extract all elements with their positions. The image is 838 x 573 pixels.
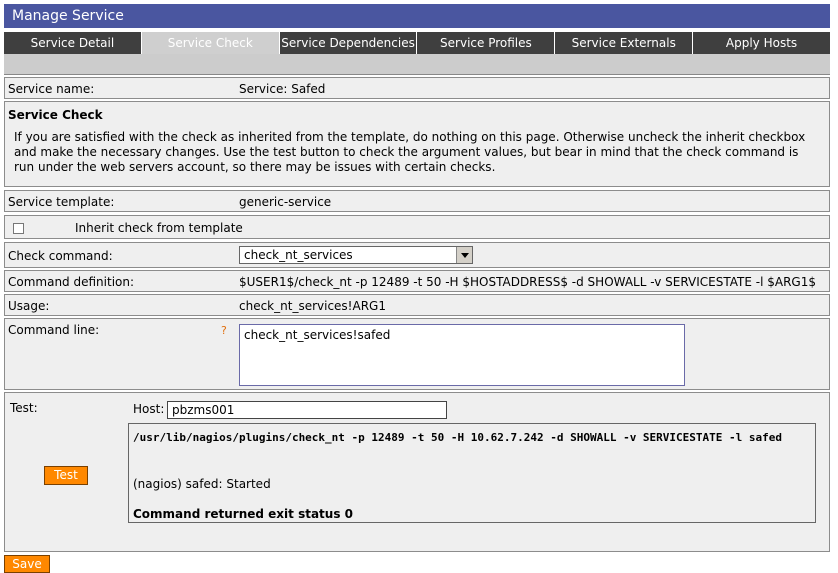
- command-definition-value: $USER1$/check_nt -p 12489 -t 50 -H $HOST…: [239, 275, 817, 289]
- service-check-title: Service Check: [8, 108, 103, 122]
- host-label: Host:: [133, 402, 165, 416]
- service-name-row: Service name: Service: Safed: [4, 77, 830, 99]
- command-line-label: Command line:: [8, 323, 100, 337]
- tab-service-check[interactable]: Service Check: [141, 32, 280, 54]
- window-title: Manage Service: [4, 4, 830, 28]
- service-check-description: If you are satisfied with the check as i…: [14, 130, 806, 174]
- host-input[interactable]: pbzms001: [167, 401, 447, 419]
- command-definition-row: Command definition: $USER1$/check_nt -p …: [4, 270, 830, 292]
- tab-apply-hosts[interactable]: Apply Hosts: [693, 32, 830, 54]
- service-check-panel: Service Check If you are satisfied with …: [4, 101, 830, 187]
- usage-value: check_nt_services!ARG1: [239, 299, 386, 313]
- command-definition-label: Command definition:: [8, 275, 135, 289]
- test-label: Test:: [10, 401, 38, 415]
- test-button[interactable]: Test: [44, 466, 88, 485]
- tab-bar: Service Detail Service Check Service Dep…: [4, 32, 830, 54]
- inherit-checkbox[interactable]: [13, 223, 24, 234]
- tab-service-detail[interactable]: Service Detail: [4, 32, 142, 54]
- service-name-value: Service: Safed: [239, 82, 326, 96]
- test-output-status: Command returned exit status 0: [133, 507, 354, 521]
- save-button[interactable]: Save: [4, 555, 50, 573]
- check-command-row: Check command: check_nt_services: [4, 242, 830, 268]
- inherit-label: Inherit check from template: [75, 221, 243, 235]
- check-command-selected: check_nt_services: [244, 248, 353, 262]
- test-output-result: (nagios) safed: Started: [133, 477, 271, 491]
- tab-service-externals[interactable]: Service Externals: [555, 32, 694, 54]
- command-line-row: Command line: ? check_nt_services!safed: [4, 318, 830, 390]
- usage-label: Usage:: [8, 299, 50, 313]
- chevron-down-icon[interactable]: [456, 247, 472, 263]
- service-name-label: Service name:: [8, 82, 95, 96]
- tab-service-dependencies[interactable]: Service Dependencies: [279, 32, 418, 54]
- check-command-select[interactable]: check_nt_services: [239, 246, 473, 264]
- service-template-label: Service template:: [8, 195, 115, 209]
- check-command-label: Check command:: [8, 249, 113, 263]
- test-output-panel: /usr/lib/nagios/plugins/check_nt -p 1248…: [128, 423, 816, 523]
- tab-service-profiles[interactable]: Service Profiles: [417, 32, 556, 54]
- sub-toolbar: [4, 54, 830, 75]
- service-template-row: Service template: generic-service: [4, 190, 830, 212]
- test-panel: Test: Host: pbzms001 Test /usr/lib/nagio…: [4, 392, 830, 552]
- inherit-row: Inherit check from template: [4, 215, 830, 239]
- test-output-command: /usr/lib/nagios/plugins/check_nt -p 1248…: [133, 431, 783, 444]
- help-icon[interactable]: ?: [221, 324, 227, 337]
- service-template-value: generic-service: [239, 195, 332, 209]
- command-line-textarea[interactable]: check_nt_services!safed: [239, 324, 685, 386]
- usage-row: Usage: check_nt_services!ARG1: [4, 294, 830, 316]
